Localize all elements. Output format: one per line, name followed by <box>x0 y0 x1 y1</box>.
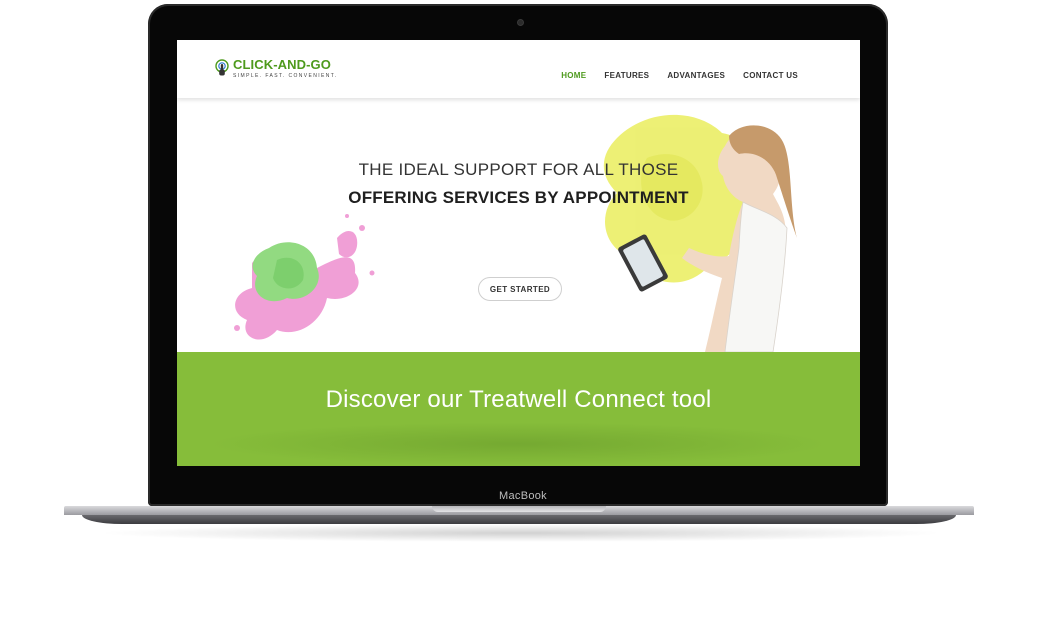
site-logo[interactable]: CLICK-AND-GO SIMPLE. FAST. CONVENIENT. <box>215 58 337 79</box>
laptop-base-bottom <box>82 515 956 524</box>
nav-advantages[interactable]: ADVANTAGES <box>667 71 725 80</box>
nav-features[interactable]: FEATURES <box>604 71 649 80</box>
logo-tagline: SIMPLE. FAST. CONVENIENT. <box>233 73 338 79</box>
device-label: MacBook <box>499 490 547 502</box>
site-header: CLICK-AND-GO SIMPLE. FAST. CONVENIENT. H… <box>177 40 860 98</box>
promo-band: Discover our Treatwell Connect tool <box>177 352 860 466</box>
get-started-button[interactable]: GET STARTED <box>478 277 562 301</box>
hero-illustration <box>234 114 797 352</box>
camera-icon <box>517 19 524 26</box>
hero-section: THE IDEAL SUPPORT FOR ALL THOSE OFFERING… <box>177 98 860 352</box>
pointer-hand-icon <box>215 59 229 76</box>
promo-band-title: Discover our Treatwell Connect tool <box>325 386 712 413</box>
nav-home[interactable]: HOME <box>561 71 586 80</box>
laptop-shadow <box>96 524 946 542</box>
hero-heading-line2: OFFERING SERVICES BY APPOINTMENT <box>348 188 689 207</box>
nav-contact-us[interactable]: CONTACT US <box>743 71 798 80</box>
main-nav: HOME FEATURES ADVANTAGES CONTACT US <box>561 71 798 80</box>
hero-heading-line1: THE IDEAL SUPPORT FOR ALL THOSE <box>358 160 679 179</box>
logo-name: CLICK-AND-GO <box>233 57 331 72</box>
band-shadow <box>207 422 830 466</box>
browser-viewport: CLICK-AND-GO SIMPLE. FAST. CONVENIENT. H… <box>177 40 860 466</box>
watercolor-splash-left <box>234 214 375 340</box>
laptop-notch <box>432 506 606 512</box>
